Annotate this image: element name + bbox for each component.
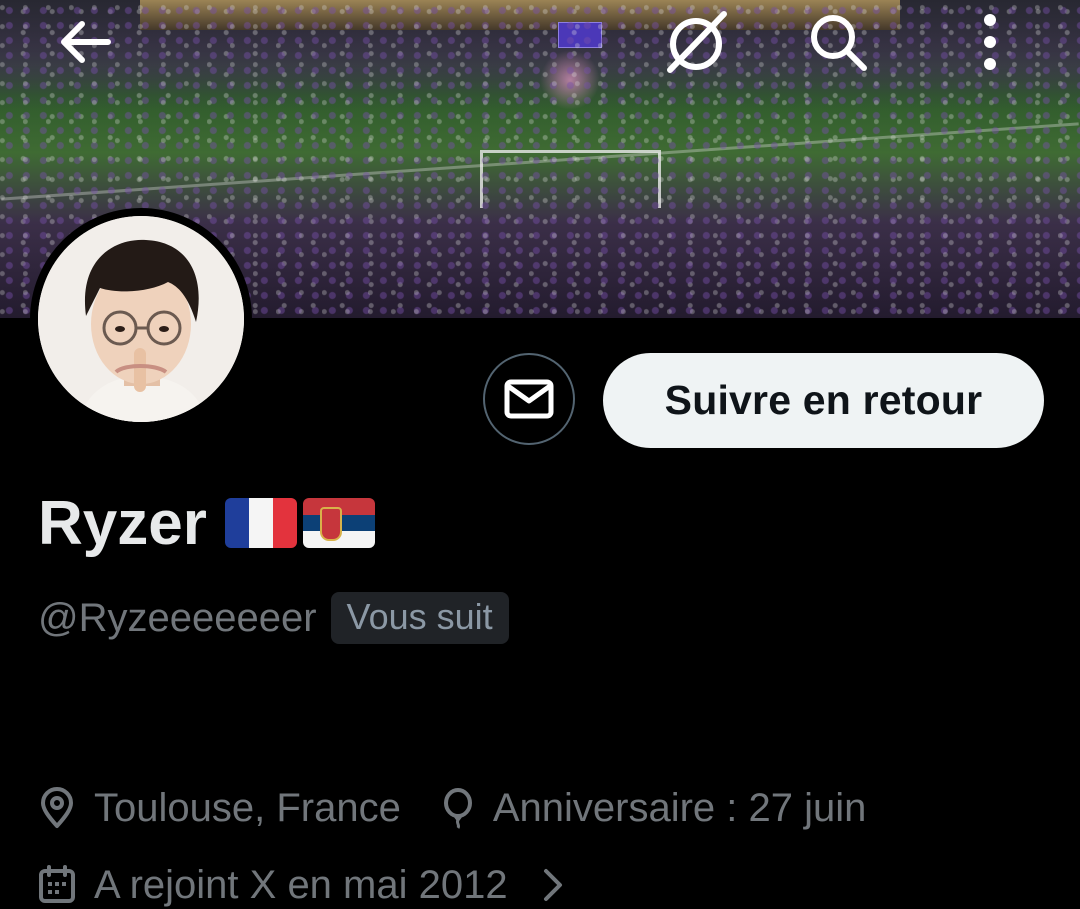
follows-you-badge: Vous suit — [330, 592, 509, 644]
avatar[interactable] — [38, 216, 244, 422]
handle-row: @Ryzeeeeeeer Vous suit — [38, 592, 509, 644]
envelope-icon — [504, 379, 554, 419]
chevron-right-icon[interactable] — [542, 867, 564, 903]
profile-meta-row: Toulouse, France Anniversaire : 27 juin — [38, 780, 866, 836]
location-text: Toulouse, France — [94, 785, 401, 830]
joined-row[interactable]: A rejoint X en mai 2012 — [38, 855, 564, 909]
back-button[interactable] — [42, 0, 126, 84]
joined-item[interactable]: A rejoint X en mai 2012 — [38, 863, 508, 908]
avatar-photo — [38, 216, 244, 422]
birthday-text: Anniversaire : 27 juin — [492, 785, 867, 830]
message-button[interactable] — [483, 353, 575, 445]
search-button[interactable] — [796, 0, 880, 84]
display-name: Ryzer — [38, 488, 207, 558]
more-options-button[interactable] — [948, 0, 1032, 84]
follow-back-button[interactable]: Suivre en retour — [603, 353, 1044, 448]
name-row: Ryzer — [38, 487, 375, 559]
serbia-flag-icon — [302, 498, 375, 548]
profile-page: Suivre en retour Ryzer @Ryzeeeeeeer Vous… — [0, 0, 1080, 909]
joined-text: A rejoint X en mai 2012 — [94, 862, 508, 907]
arrow-left-icon — [61, 21, 111, 63]
user-handle: @Ryzeeeeeeer — [38, 595, 317, 640]
france-flag-icon — [224, 498, 297, 548]
balloon-icon — [443, 788, 472, 829]
location-item: Toulouse, France — [38, 786, 401, 831]
avatar-border[interactable] — [30, 208, 252, 430]
flag-emojis — [224, 498, 375, 548]
more-vertical-icon — [984, 14, 996, 70]
search-icon — [811, 15, 867, 71]
location-pin-icon — [41, 787, 73, 828]
calendar-icon — [39, 865, 75, 903]
grok-button[interactable] — [654, 0, 738, 84]
birthday-item: Anniversaire : 27 juin — [441, 785, 867, 831]
serbia-coat-of-arms-icon — [319, 507, 342, 541]
grok-icon — [667, 11, 727, 73]
